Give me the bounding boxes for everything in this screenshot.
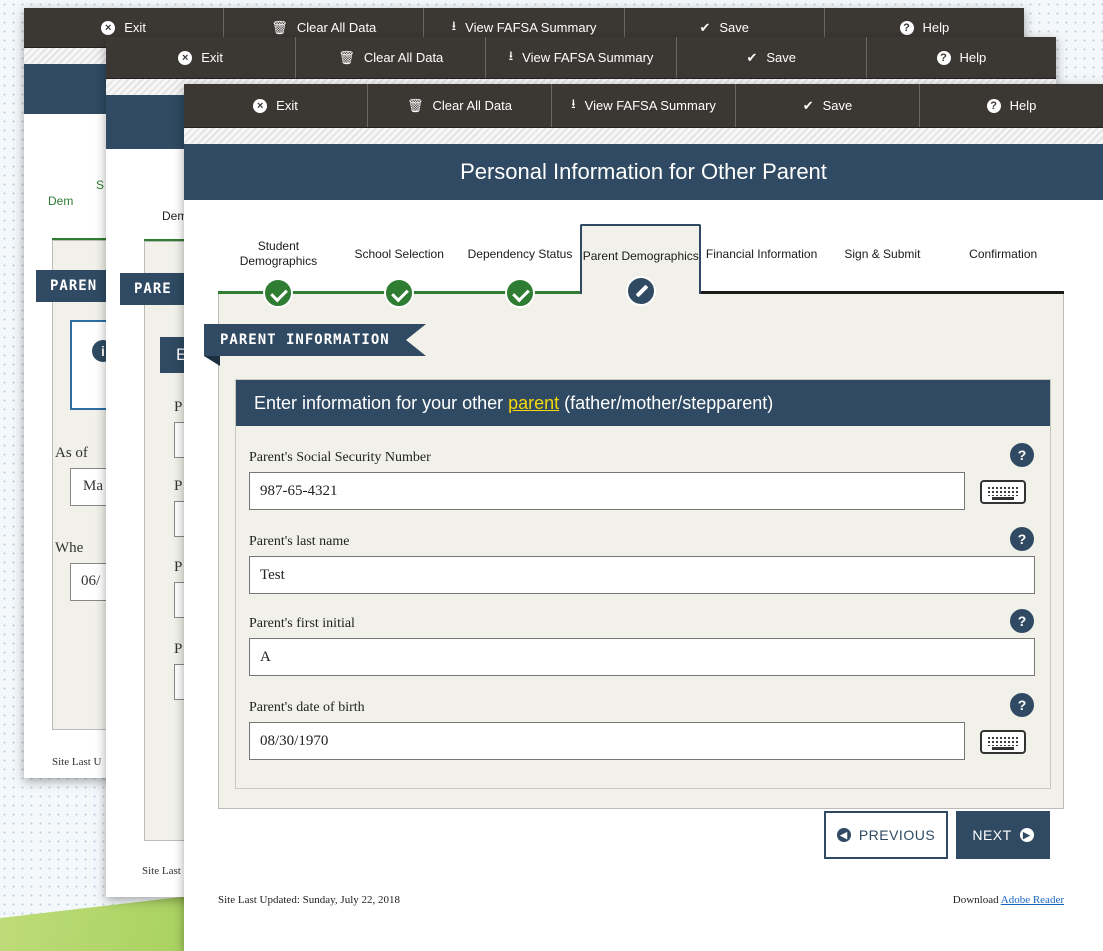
close-circle-icon: × (253, 98, 268, 113)
help-button[interactable]: ? Help (867, 37, 1056, 78)
field-label-partial: P (174, 478, 183, 494)
step-parent-demographics[interactable]: Parent Demographics (580, 224, 702, 306)
download-reader: Download Adobe Reader (952, 894, 1064, 906)
first-initial-label: Parent's first initial (249, 616, 355, 631)
hatch-strip (184, 128, 1103, 144)
exit-button[interactable]: × Exit (184, 84, 368, 127)
last-name-label: Parent's last name (249, 534, 350, 549)
field-first-initial: Parent's first initial ? A (249, 609, 1035, 686)
field-label-partial: P (174, 559, 183, 575)
question-circle-icon: ? (899, 20, 914, 35)
pencil-icon (625, 276, 656, 306)
dob-help-icon[interactable]: ? (1010, 693, 1034, 717)
toolbar: × Exit 🗑 Clear All Data ⭳ View FAFSA Summar… (184, 84, 1103, 128)
parent-info-card: Enter information for your other parent … (235, 379, 1051, 789)
arrow-left-circle-icon: ◀ (836, 828, 851, 842)
field-date-of-birth: Parent's date of birth ? 08/30/1970 (249, 693, 1035, 770)
toolbar: × Exit 🗑 Clear All Data ⭳ View FAFSA Summar… (106, 37, 1056, 79)
dob-input[interactable]: 08/30/1970 (249, 722, 965, 760)
field-label-partial: P (174, 641, 183, 657)
ribbon-fold (204, 356, 220, 366)
checkmark-icon (384, 278, 415, 308)
trash-icon: 🗑 (271, 19, 288, 35)
last-name-help-icon[interactable]: ? (1010, 527, 1034, 551)
footer: Site Last Updated: Sunday, July 22, 2018… (218, 894, 1064, 906)
dob-label: Parent's date of birth (249, 700, 365, 715)
close-circle-icon: × (101, 20, 116, 35)
page-title: Personal Information for Other Parent (184, 144, 1103, 200)
arrow-right-circle-icon: ▶ (1019, 828, 1034, 842)
parent-definition-link[interactable]: parent (508, 393, 559, 414)
view-summary-button[interactable]: ⭳ View FAFSA Summary (552, 84, 736, 127)
section-ribbon: PARE (120, 273, 190, 305)
footer-text: Site Last U (52, 756, 102, 768)
trash-icon: 🗑 (407, 97, 424, 113)
ssn-input[interactable]: 987-65-4321 (249, 472, 965, 510)
check-icon: ✔ (699, 19, 711, 35)
ssn-help-icon[interactable]: ? (1010, 443, 1034, 467)
save-button[interactable]: ✔ Save (677, 37, 867, 78)
section-ribbon: PARENT INFORMATION (204, 324, 426, 356)
step-financial-information: Financial Information (701, 224, 822, 294)
close-circle-icon: × (178, 50, 193, 65)
download-icon: ⭳ (451, 17, 457, 33)
step-sign-submit: Sign & Submit (821, 224, 943, 294)
field-label-partial: P (174, 399, 183, 415)
download-icon: ⭳ (508, 47, 514, 63)
when-label: Whe (55, 540, 84, 556)
first-initial-help-icon[interactable]: ? (1010, 609, 1034, 633)
question-circle-icon: ? (936, 50, 951, 65)
field-last-name: Parent's last name ? Test (249, 527, 1035, 604)
check-icon: ✔ (746, 49, 758, 65)
checkmark-icon (504, 278, 535, 308)
exit-button[interactable]: × Exit (106, 37, 297, 78)
as-of-label: As of (55, 445, 88, 461)
step-student-demographics[interactable]: Student Demographics (218, 224, 339, 308)
main-window: × Exit 🗑 Clear All Data ⭳ View FAFSA Summar… (184, 84, 1103, 951)
question-circle-icon: ? (986, 98, 1001, 113)
download-icon: ⭳ (571, 95, 576, 111)
clear-all-data-button[interactable]: 🗑 Clear All Data (368, 84, 552, 127)
previous-button[interactable]: ◀ PREVIOUS (824, 811, 948, 859)
step-confirmation: Confirmation (942, 224, 1064, 294)
trash-icon: 🗑 (338, 49, 355, 65)
footer-text: Site Last (142, 865, 181, 877)
virtual-keyboard-icon[interactable] (980, 730, 1026, 754)
next-button[interactable]: NEXT ▶ (956, 811, 1050, 859)
virtual-keyboard-icon[interactable] (980, 480, 1026, 504)
check-icon: ✔ (802, 97, 814, 113)
site-last-updated: Site Last Updated: Sunday, July 22, 2018 (218, 894, 400, 906)
field-ssn: Parent's Social Security Number ? 987-65… (249, 443, 1035, 520)
step-label-partial: Dem (48, 194, 74, 208)
step-dependency-status[interactable]: Dependency Status (459, 224, 581, 308)
progress-steps: Student Demographics School Selection De… (218, 224, 1064, 308)
card-heading: Enter information for your other parent … (236, 380, 1050, 426)
step-label-partial: S (96, 178, 105, 192)
last-name-input[interactable]: Test (249, 556, 1035, 594)
save-button[interactable]: ✔ Save (736, 84, 920, 127)
help-button[interactable]: ? Help (920, 84, 1103, 127)
ssn-label: Parent's Social Security Number (249, 450, 431, 465)
step-school-selection[interactable]: School Selection (338, 224, 460, 308)
adobe-reader-link[interactable]: Adobe Reader (1001, 894, 1064, 906)
clear-all-data-button[interactable]: 🗑 Clear All Data (296, 37, 487, 78)
first-initial-input[interactable]: A (249, 638, 1035, 676)
view-summary-button[interactable]: ⭳ View FAFSA Summary (486, 37, 677, 78)
